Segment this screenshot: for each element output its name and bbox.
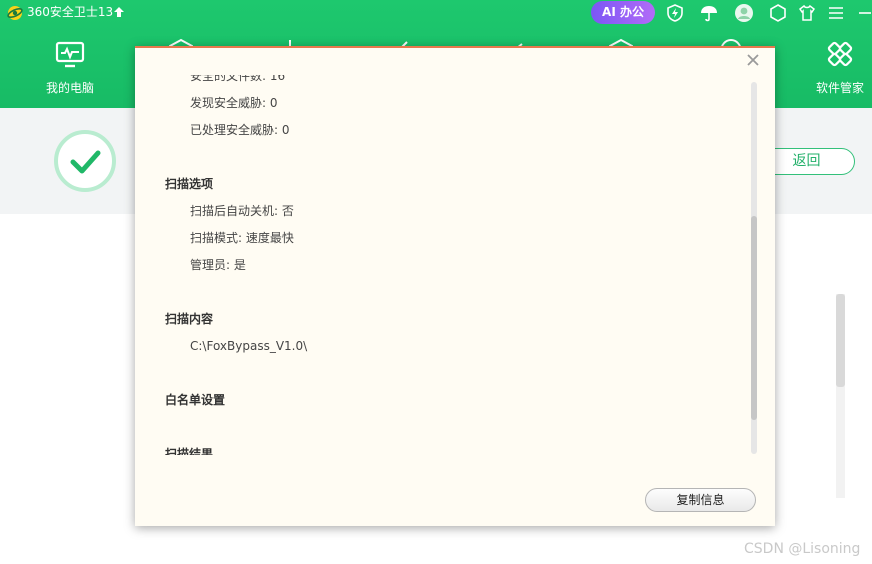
- info-line-admin: 管理员: 是: [190, 258, 246, 272]
- nav-my-computer[interactable]: 我的电脑: [38, 38, 102, 102]
- skin-shirt-icon[interactable]: [797, 3, 817, 23]
- info-line-threat-handled: 已处理安全威胁: 0: [190, 123, 290, 137]
- nav-label-software-manager: 软件管家: [815, 81, 864, 95]
- info-line-safe-files: 安全的文件数: 16: [190, 75, 286, 83]
- computer-monitor-icon: [55, 41, 85, 68]
- section-title-whitelist: 白名单设置: [165, 393, 226, 407]
- upgrade-arrow-icon[interactable]: [113, 6, 125, 18]
- main-scrollbar-thumb[interactable]: [836, 294, 845, 387]
- section-title-content: 扫描内容: [165, 312, 214, 326]
- info-line-threat-found: 发现安全威胁: 0: [190, 96, 278, 110]
- section-title-options: 扫描选项: [165, 177, 214, 191]
- 360-logo-icon: [7, 6, 23, 20]
- ai-office-label: AI 办公: [602, 5, 644, 19]
- user-avatar-icon[interactable]: [734, 3, 754, 23]
- title-bar: 360安全卫士13 AI 办公: [0, 0, 872, 26]
- settings-hex-icon[interactable]: [768, 3, 788, 23]
- dialog-scrollbar-thumb[interactable]: [751, 216, 757, 420]
- nav-software-manager[interactable]: 软件管家: [808, 38, 872, 102]
- umbrella-icon[interactable]: [699, 3, 719, 23]
- shield-bolt-icon[interactable]: [665, 3, 685, 23]
- app-title: 360安全卫士13: [27, 5, 114, 19]
- close-icon[interactable]: [745, 52, 761, 68]
- software-grid-icon: [827, 41, 853, 67]
- info-line-path: C:\FoxBypass_V1.0\: [190, 339, 308, 353]
- section-title-results: 扫描结果: [165, 447, 214, 455]
- copy-info-button[interactable]: 复制信息: [645, 488, 756, 512]
- watermark: CSDN @Lisoning: [744, 541, 861, 557]
- info-line-auto-shutdown: 扫描后自动关机: 否: [190, 204, 294, 218]
- check-circle-icon: [54, 130, 116, 192]
- back-button-label: 返回: [792, 153, 821, 169]
- scan-info-dialog: 安全的文件数: 16 发现安全威胁: 0 已处理安全威胁: 0 扫描选项 扫描后…: [135, 46, 775, 526]
- menu-icon[interactable]: [826, 3, 846, 23]
- nav-label-my-computer: 我的电脑: [45, 81, 94, 95]
- dialog-scroll-area[interactable]: 安全的文件数: 16 发现安全威胁: 0 已处理安全威胁: 0 扫描选项 扫描后…: [135, 75, 745, 455]
- minimize-icon[interactable]: [854, 3, 872, 23]
- info-line-scan-mode: 扫描模式: 速度最快: [190, 231, 294, 245]
- copy-info-label: 复制信息: [676, 493, 725, 507]
- ai-office-button[interactable]: AI 办公: [591, 1, 655, 24]
